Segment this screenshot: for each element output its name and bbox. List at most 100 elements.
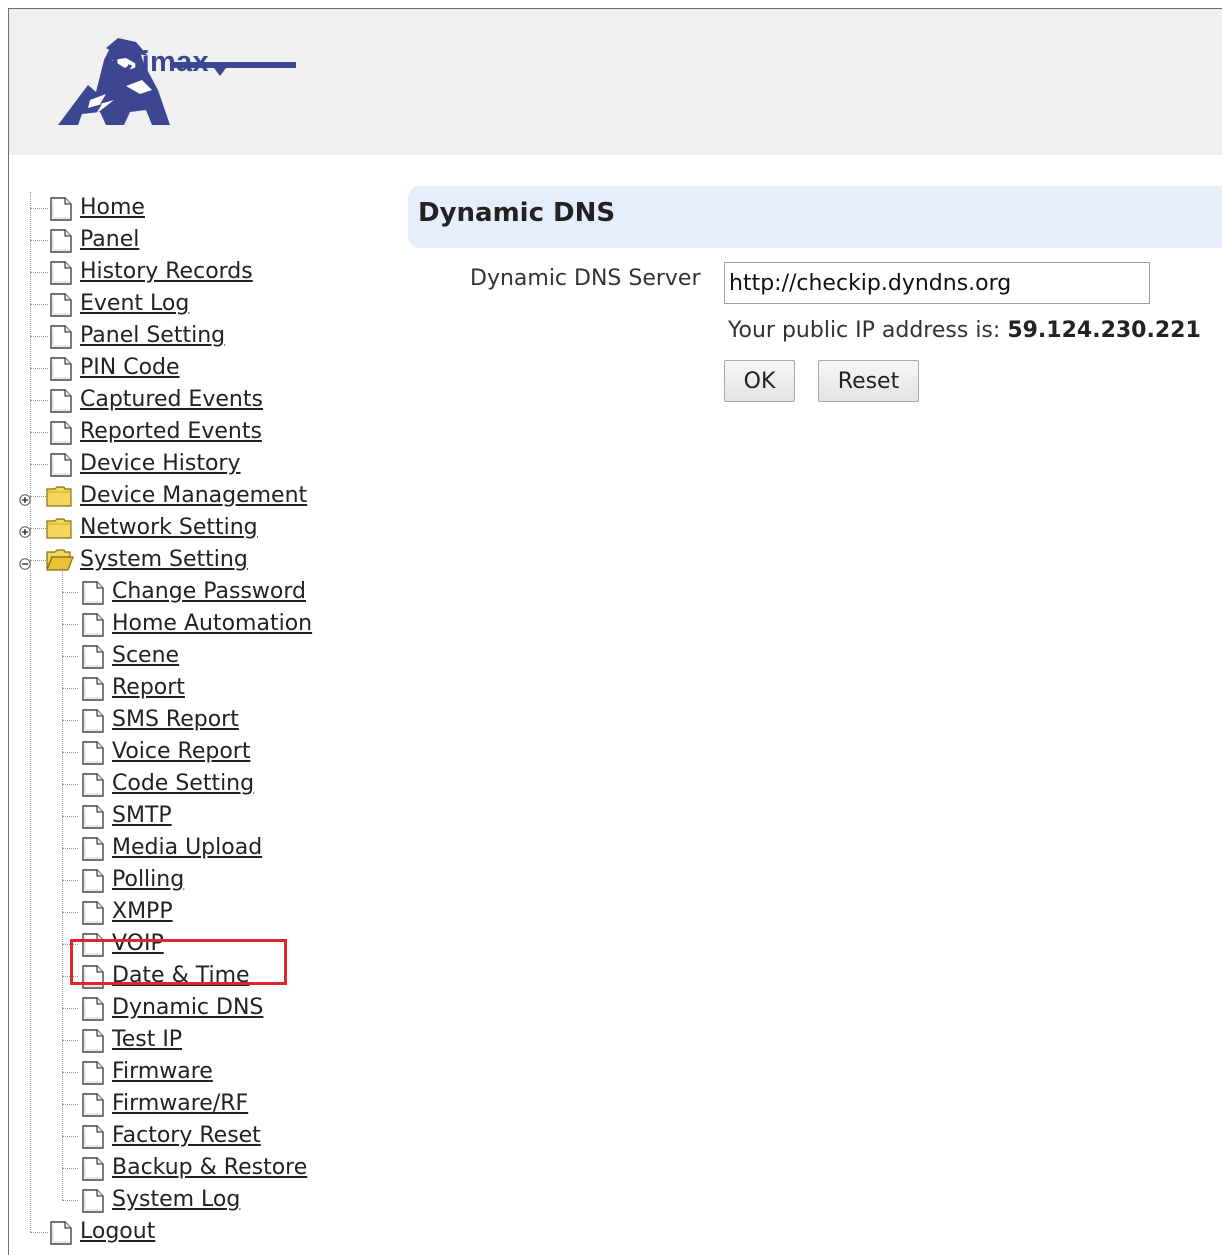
nav-link-change-password[interactable]: Change Password — [112, 576, 306, 608]
public-ip-prefix: Your public IP address is: — [728, 318, 1001, 343]
nav-link-voice-report[interactable]: Voice Report — [112, 736, 250, 768]
nav-link-device-history[interactable]: Device History — [80, 448, 241, 480]
public-ip-value: 59.124.230.221 — [1007, 318, 1201, 343]
doc-icon — [82, 741, 104, 775]
climax-logo-text: Climax — [112, 46, 209, 78]
nav-link-captured-events[interactable]: Captured Events — [80, 384, 263, 416]
tree-connector-line — [62, 1008, 78, 1009]
tree-connector-line — [30, 304, 48, 305]
reset-button[interactable]: Reset — [818, 360, 919, 402]
nav-link-code-setting[interactable]: Code Setting — [112, 768, 254, 800]
nav-link-network-setting[interactable]: Network Setting — [80, 512, 258, 544]
doc-icon — [50, 357, 72, 391]
collapse-minus-icon[interactable] — [19, 555, 31, 570]
nav-link-test-ip[interactable]: Test IP — [112, 1024, 182, 1056]
tree-connector-line — [30, 336, 48, 337]
nav-link-polling[interactable]: Polling — [112, 864, 184, 896]
doc-icon — [82, 1093, 104, 1127]
nav-link-event-log[interactable]: Event Log — [80, 288, 189, 320]
doc-icon — [82, 1157, 104, 1191]
tree-connector-line — [62, 1040, 78, 1041]
nav-link-device-management[interactable]: Device Management — [80, 480, 307, 512]
public-ip-line: Your public IP address is: 59.124.230.22… — [728, 318, 1201, 343]
tree-connector-line — [62, 1104, 78, 1105]
nav-link-backup-and-restore[interactable]: Backup & Restore — [112, 1152, 307, 1184]
nav-link-factory-reset[interactable]: Factory Reset — [112, 1120, 261, 1152]
tree-connector-line — [62, 816, 78, 817]
doc-icon — [50, 293, 72, 327]
nav-link-dynamic-dns[interactable]: Dynamic DNS — [112, 992, 263, 1024]
doc-icon — [82, 933, 104, 967]
doc-icon — [50, 389, 72, 423]
page-title-bar: Dynamic DNS — [408, 186, 1222, 248]
nav-link-panel[interactable]: Panel — [80, 224, 139, 256]
expand-plus-icon[interactable] — [19, 523, 31, 538]
nav-link-firmware-rf[interactable]: Firmware/RF — [112, 1088, 248, 1120]
doc-icon — [82, 581, 104, 615]
tree-connector-line — [62, 752, 78, 753]
folder-icon — [46, 485, 72, 517]
tree-connector-line — [30, 400, 48, 401]
climax-logo-mark-icon — [58, 38, 296, 125]
nav-link-smtp[interactable]: SMTP — [112, 800, 172, 832]
dynamic-dns-server-input[interactable] — [724, 262, 1150, 304]
doc-icon — [82, 837, 104, 871]
doc-icon — [50, 325, 72, 359]
tree-connector-line — [30, 208, 48, 209]
tree-connector-line — [30, 240, 48, 241]
nav-link-home-automation[interactable]: Home Automation — [112, 608, 312, 640]
doc-icon — [82, 901, 104, 935]
nav-link-scene[interactable]: Scene — [112, 640, 179, 672]
tree-connector-line — [62, 848, 78, 849]
nav-link-reported-events[interactable]: Reported Events — [80, 416, 262, 448]
tree-connector-line — [30, 272, 48, 273]
tree-connector-line — [30, 464, 48, 465]
doc-icon — [50, 197, 72, 231]
nav-link-sms-report[interactable]: SMS Report — [112, 704, 239, 736]
tree-connector-line — [62, 1200, 78, 1201]
tree-trunk-line — [30, 192, 31, 1232]
doc-icon — [82, 613, 104, 647]
doc-icon — [50, 229, 72, 263]
folder-icon — [46, 517, 72, 549]
nav-link-history-records[interactable]: History Records — [80, 256, 253, 288]
page-title: Dynamic DNS — [418, 198, 616, 228]
nav-link-logout[interactable]: Logout — [80, 1216, 155, 1248]
nav-link-system-setting[interactable]: System Setting — [80, 544, 248, 576]
doc-icon — [50, 453, 72, 487]
nav-link-date-and-time[interactable]: Date & Time — [112, 960, 250, 992]
doc-icon — [50, 261, 72, 295]
nav-link-voip[interactable]: VOIP — [112, 928, 164, 960]
nav-link-firmware[interactable]: Firmware — [112, 1056, 213, 1088]
doc-icon — [82, 805, 104, 839]
nav-link-report[interactable]: Report — [112, 672, 185, 704]
doc-icon — [82, 1125, 104, 1159]
doc-icon — [82, 709, 104, 743]
tree-connector-line — [62, 656, 78, 657]
dynamic-dns-server-label: Dynamic DNS Server — [470, 266, 701, 291]
tree-connector-line — [62, 720, 78, 721]
tree-connector-line — [62, 592, 78, 593]
tree-connector-line — [62, 944, 78, 945]
tree-connector-line — [62, 976, 78, 977]
tree-connector-line — [62, 880, 78, 881]
tree-connector-line — [62, 1072, 78, 1073]
nav-link-pin-code[interactable]: PIN Code — [80, 352, 180, 384]
doc-icon — [82, 677, 104, 711]
nav-link-home[interactable]: Home — [80, 192, 145, 224]
nav-link-panel-setting[interactable]: Panel Setting — [80, 320, 225, 352]
tree-connector-line — [62, 688, 78, 689]
tree-connector-line — [62, 912, 78, 913]
nav-link-system-log[interactable]: System Log — [112, 1184, 240, 1216]
doc-icon — [50, 1221, 72, 1255]
doc-icon — [82, 773, 104, 807]
expand-plus-icon[interactable] — [19, 491, 31, 506]
doc-icon — [82, 1061, 104, 1095]
tree-connector-line — [62, 1168, 78, 1169]
ok-button[interactable]: OK — [724, 360, 795, 402]
doc-icon — [82, 1029, 104, 1063]
tree-connector-line — [62, 1136, 78, 1137]
nav-link-media-upload[interactable]: Media Upload — [112, 832, 262, 864]
doc-icon — [82, 869, 104, 903]
nav-link-xmpp[interactable]: XMPP — [112, 896, 173, 928]
